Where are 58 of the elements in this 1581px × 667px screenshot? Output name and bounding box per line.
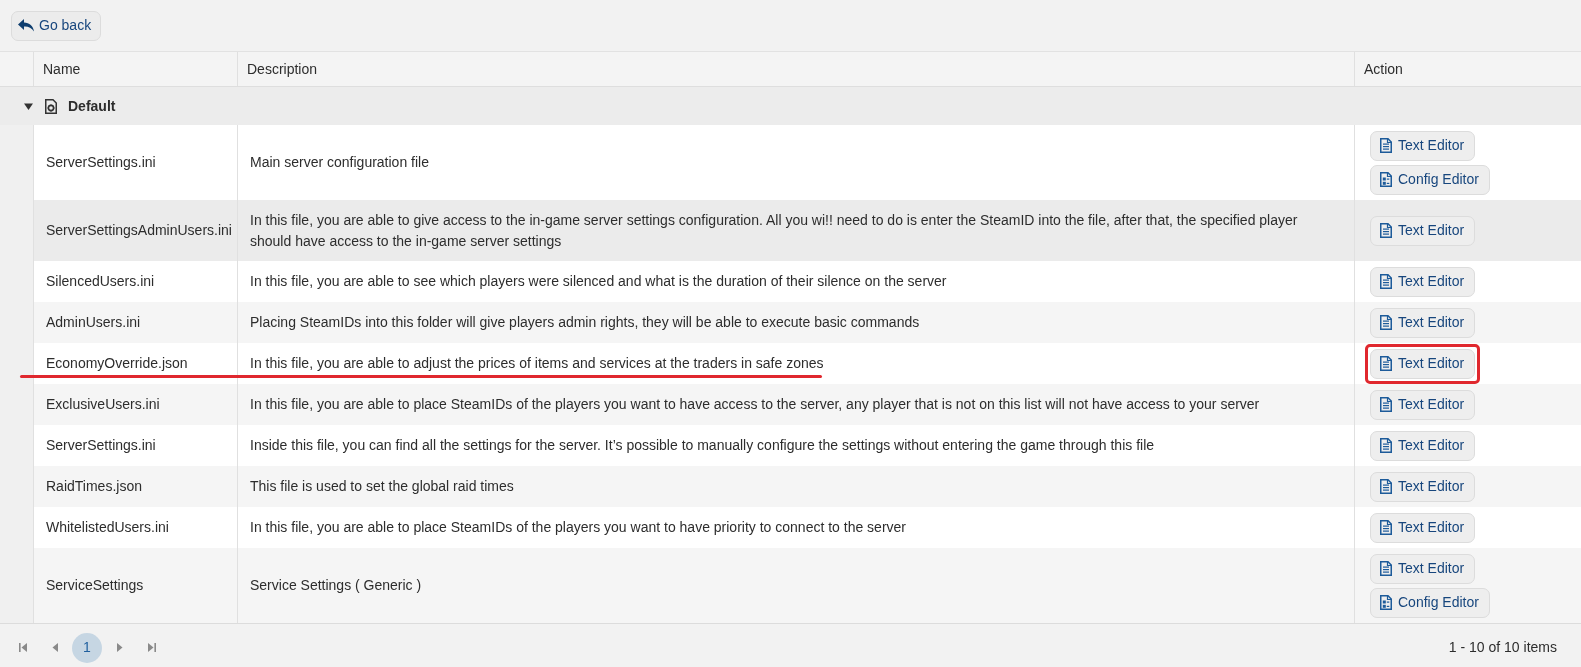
file-gear-icon xyxy=(45,98,57,114)
reply-arrow-icon xyxy=(18,19,34,32)
text-editor-button[interactable]: Text Editor xyxy=(1370,215,1476,246)
file-description: In this file, you are able to place SteamIDs of the players you want to have access to the server, any player that is not on this list will not have access to your server xyxy=(250,395,1260,414)
file-name: ServerSettings.ini xyxy=(46,153,156,172)
pager-summary: 1 - 10 of 10 items xyxy=(1448,638,1557,657)
last-page-icon xyxy=(146,643,156,652)
text-editor-button[interactable]: Text Editor xyxy=(1370,553,1476,584)
config-editor-button[interactable]: Config Editor xyxy=(1370,587,1490,618)
document-icon xyxy=(1380,479,1392,494)
group-label: Default xyxy=(68,96,116,116)
file-description: In this file, you are able to give access to the in-game server settings configuration. All you wi!! need to do is enter the SteamID into the file, after that, the specified player should have access to the in-game server settings xyxy=(250,210,1299,251)
document-icon xyxy=(1380,561,1392,576)
document-icon xyxy=(1380,315,1392,330)
document-icon xyxy=(1380,438,1392,453)
file-description: This file is used to set the global raid times xyxy=(250,477,514,496)
file-description: In this file, you are able to adjust the prices of items and services at the traders in safe zones xyxy=(250,354,824,373)
file-description: In this file, you are able to see which players were silenced and what is the duration of their silence on the server xyxy=(250,272,947,291)
text-editor-button[interactable]: Text Editor xyxy=(1370,389,1476,420)
document-icon xyxy=(1380,520,1392,535)
file-description: In this file, you are able to place SteamIDs of the players you want to have priority to connect to the server xyxy=(250,518,906,537)
file-name: EconomyOverride.json xyxy=(46,354,188,373)
text-editor-button[interactable]: Text Editor xyxy=(1370,430,1476,461)
file-name: WhitelistedUsers.ini xyxy=(46,518,169,537)
file-name: ServerSettings.ini xyxy=(46,436,156,455)
file-description: Placing SteamIDs into this folder will give players admin rights, they will be able to execute basic commands xyxy=(250,313,920,332)
next-icon xyxy=(114,643,124,652)
file-description: Main server configuration file xyxy=(250,153,429,172)
text-editor-button[interactable]: Text Editor xyxy=(1370,307,1476,338)
file-name: AdminUsers.ini xyxy=(46,313,141,332)
go-back-button[interactable]: Go back xyxy=(11,10,102,41)
form-document-icon xyxy=(1380,595,1392,610)
file-name: ServiceSettings xyxy=(46,576,144,595)
previous-icon xyxy=(50,643,60,652)
document-icon xyxy=(1380,223,1392,238)
first-page-icon xyxy=(18,643,28,652)
column-header[interactable]: Action xyxy=(1364,58,1403,80)
document-icon xyxy=(1380,356,1392,371)
column-header[interactable]: Description xyxy=(247,58,318,80)
document-icon xyxy=(1380,397,1392,412)
page-button[interactable]: 1 xyxy=(72,632,102,663)
form-document-icon xyxy=(1380,172,1392,187)
file-description: Service Settings ( Generic ) xyxy=(250,576,422,595)
column-header[interactable]: Name xyxy=(43,58,81,80)
text-editor-button[interactable]: Text Editor xyxy=(1370,266,1476,297)
file-name: SilencedUsers.ini xyxy=(46,272,155,291)
text-editor-button[interactable]: Text Editor xyxy=(1370,471,1476,502)
text-editor-button[interactable]: Text Editor xyxy=(1370,130,1476,161)
document-icon xyxy=(1380,274,1392,289)
file-description: Inside this file, you can find all the settings for the server. It’s possible to manually configure the settings without entering the game through this file xyxy=(250,436,1155,455)
text-editor-button[interactable]: Text Editor xyxy=(1370,348,1476,379)
file-name: RaidTimes.json xyxy=(46,477,142,496)
config-editor-button[interactable]: Config Editor xyxy=(1370,164,1490,195)
document-icon xyxy=(1380,138,1392,153)
file-name: ExclusiveUsers.ini xyxy=(46,395,160,414)
caret-down-icon[interactable] xyxy=(24,101,33,111)
file-name: ServerSettingsAdminUsers.ini xyxy=(46,221,232,240)
text-editor-button[interactable]: Text Editor xyxy=(1370,512,1476,543)
